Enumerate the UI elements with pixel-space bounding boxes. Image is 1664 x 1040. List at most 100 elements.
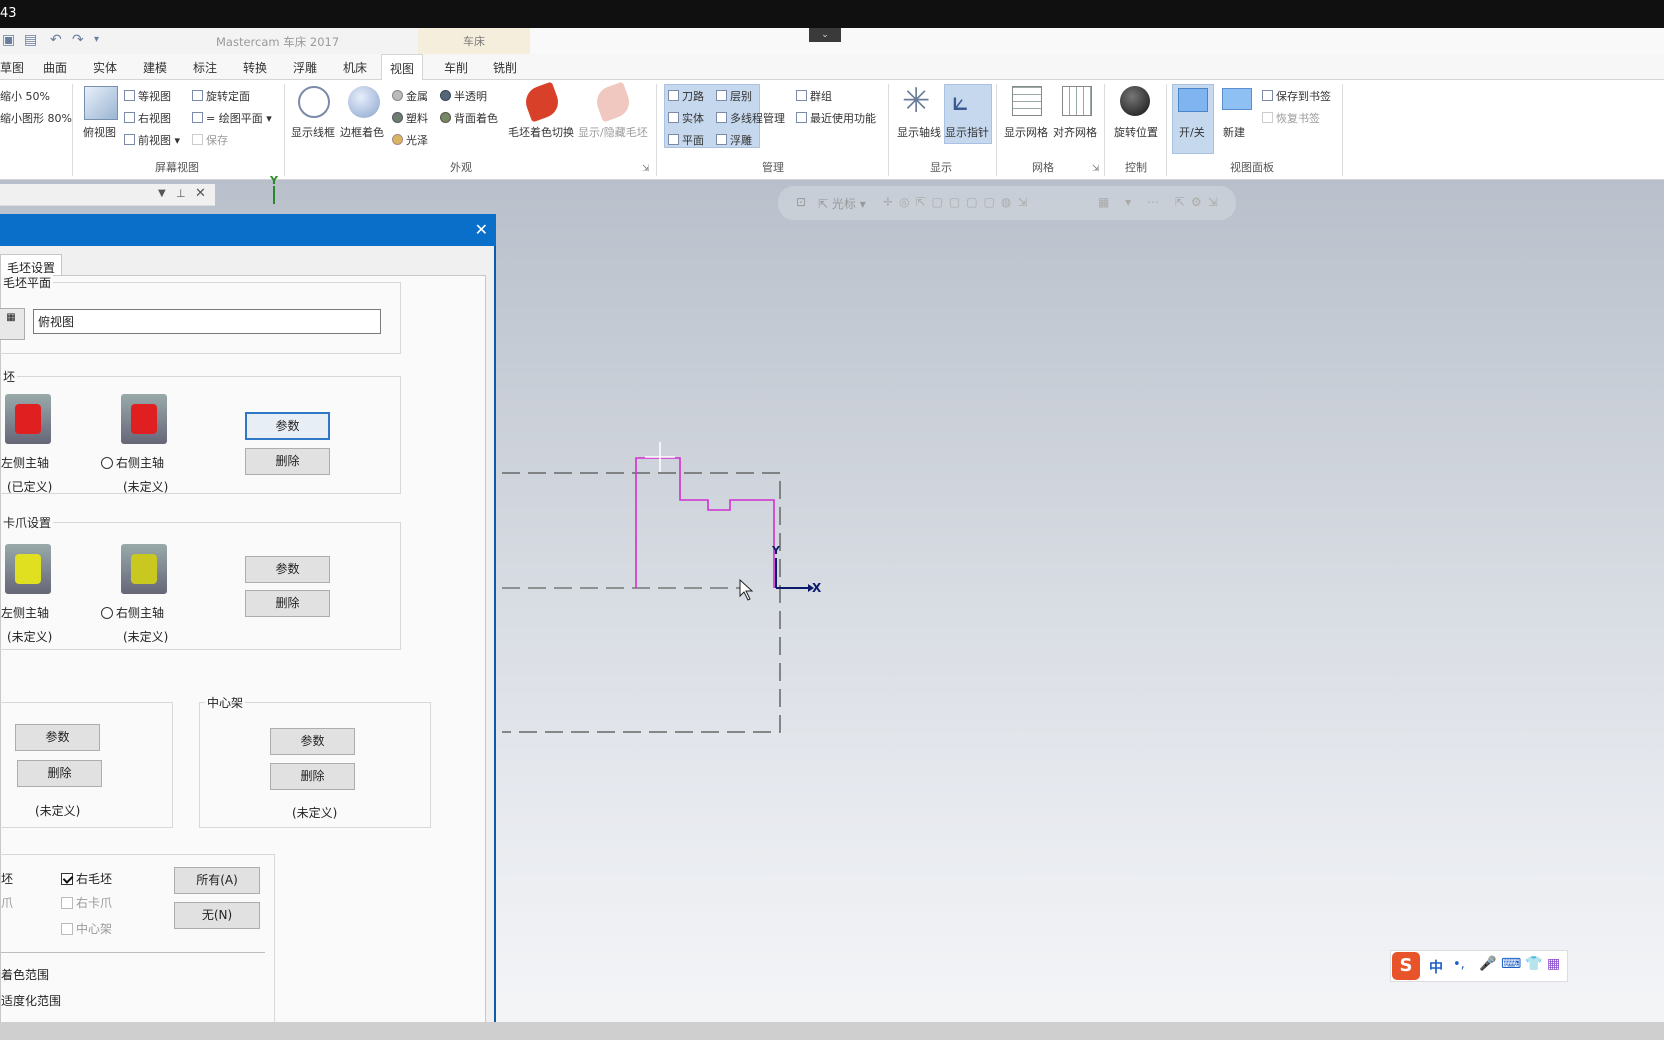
tab-solid[interactable]: 实体 [93, 59, 117, 76]
grid-icon[interactable] [1012, 86, 1042, 116]
save-bookmark-button[interactable]: 保存到书签 [1262, 88, 1331, 104]
plane-manager-button[interactable]: 平面 [668, 132, 704, 148]
stock-shade-icon[interactable] [521, 81, 563, 123]
right-spindle-stock-radio[interactable]: 右侧主轴 [101, 454, 164, 471]
adapt-range-option[interactable]: 适度化范围 [1, 992, 61, 1009]
right-spindle-chuck-radio[interactable]: 右侧主轴 [101, 604, 164, 621]
save-view-button[interactable]: 保存 [192, 132, 228, 148]
microphone-icon[interactable]: 🎤 [1479, 956, 1496, 972]
plane-select-button[interactable]: ▦ [0, 308, 25, 340]
sogou-logo-icon[interactable]: S [1392, 952, 1420, 980]
keyboard-icon[interactable]: ⌨ [1501, 956, 1521, 972]
select-all-button[interactable]: 所有(A) [174, 867, 260, 894]
skin-icon[interactable]: 👕 [1525, 956, 1542, 972]
tab-sketch[interactable]: 草图 [0, 59, 24, 76]
customize-icon[interactable]: ▾ [94, 34, 99, 45]
recent-functions-button[interactable]: 最近使用功能 [796, 110, 876, 126]
tab-milling[interactable]: 铣削 [493, 59, 517, 76]
show-wireframe-button[interactable]: 显示线框 [291, 124, 335, 140]
emboss-manager-button[interactable]: 浮雕 [716, 132, 752, 148]
tab-machine[interactable]: 机床 [343, 59, 367, 76]
solid-manager-button[interactable]: 实体 [668, 110, 704, 126]
rotate-plane-button[interactable]: 旋转定面 [192, 88, 250, 104]
shaded-sphere-icon[interactable] [348, 86, 380, 118]
tab-transform[interactable]: 转换 [243, 59, 267, 76]
cursor-select-button[interactable]: ⇱ 光标 ▾ [818, 195, 866, 212]
show-axes-button[interactable]: 显示轴线 [897, 124, 941, 140]
spin-position-button[interactable]: 旋转位置 [1114, 124, 1158, 140]
translucent-button[interactable]: 半透明 [440, 88, 487, 104]
right-chuck-checkbox[interactable]: 右卡爪 [61, 894, 112, 911]
new-viewsheet-icon[interactable] [1222, 88, 1252, 110]
tab-turning[interactable]: 车削 [444, 59, 468, 76]
close-icon[interactable]: ✕ [195, 186, 206, 201]
tab-surface[interactable]: 曲面 [43, 59, 67, 76]
stock-delete-button[interactable]: 删除 [245, 448, 330, 475]
stock-plane-field[interactable]: 俯视图 [33, 309, 381, 334]
toolpath-manager-button[interactable]: 刀路 [668, 88, 704, 104]
tab-model[interactable]: 建模 [143, 59, 167, 76]
tab-stock-setup[interactable]: 毛坯设置 [0, 254, 62, 276]
select-none-button[interactable]: 无(N) [174, 902, 260, 929]
stock-visibility-icon[interactable] [592, 81, 634, 123]
pin-icon[interactable]: ⊥ [176, 187, 186, 200]
save-icon[interactable]: ▣ [2, 32, 15, 48]
iso-view-button[interactable]: 等视图 [124, 88, 171, 104]
right-view-button[interactable]: 右视图 [124, 110, 171, 126]
metal-button[interactable]: 金属 [392, 88, 428, 104]
equal-plane-button[interactable]: = 绘图平面 ▾ [192, 110, 272, 126]
groups-button[interactable]: 群组 [796, 88, 832, 104]
dialog-launcher-icon[interactable]: ⇲ [1092, 164, 1100, 174]
close-icon[interactable]: ✕ [475, 220, 488, 239]
tab-view[interactable]: 视图 [381, 54, 424, 81]
zoom-50-button[interactable]: 缩小 50% [0, 88, 50, 104]
axes-icon[interactable]: ✳ [902, 84, 931, 118]
tab-dimension[interactable]: 标注 [193, 59, 217, 76]
stock-params-button[interactable]: 参数 [245, 412, 330, 440]
undo-icon[interactable]: ↶ [50, 32, 62, 48]
new-viewsheet-button[interactable]: 新建 [1223, 124, 1245, 140]
backface-button[interactable]: 背面着色 [440, 110, 498, 126]
plastic-button[interactable]: 塑料 [392, 110, 428, 126]
left-spindle-chuck-label[interactable]: 左侧主轴 [1, 604, 49, 621]
chinese-mode-button[interactable]: 中 [1429, 957, 1443, 977]
restore-bookmark-button[interactable]: 恢复书签 [1262, 110, 1320, 126]
top-view-button[interactable]: 俯视图 [83, 124, 116, 140]
dialog-launcher-icon[interactable]: ⇲ [642, 164, 650, 174]
spin-icon[interactable] [1120, 86, 1150, 116]
edge-shading-button[interactable]: 边框着色 [340, 124, 384, 140]
matte-button[interactable]: 光泽 [392, 132, 428, 148]
chuck-delete-button[interactable]: 删除 [245, 590, 330, 617]
left-spindle-stock-label[interactable]: 左侧主轴 [1, 454, 49, 471]
dropdown-icon[interactable]: ▼ [158, 188, 166, 199]
filter-icons[interactable]: ▦ ▾ ⋯ ⇱⚙⇲ [1098, 195, 1224, 209]
chuck-params-button[interactable]: 参数 [245, 556, 330, 583]
zoom-80-button[interactable]: 缩小图形 80% [0, 110, 72, 126]
tab-emboss[interactable]: 浮雕 [293, 59, 317, 76]
shade-range-option[interactable]: 着色范围 [1, 966, 49, 983]
steady-params-button[interactable]: 参数 [270, 728, 355, 755]
show-gnomon-button[interactable]: 显示指针 [945, 124, 989, 140]
level-manager-button[interactable]: 层别 [716, 88, 752, 104]
ribbon-collapse-button[interactable]: ⌄ [809, 28, 841, 42]
gnomon-icon[interactable]: ⟀ [952, 84, 969, 118]
stock-shade-toggle-button[interactable]: 毛坯着色切换 [508, 124, 574, 140]
multithread-manager-button[interactable]: 多线程管理 [716, 110, 785, 126]
steady-delete-button[interactable]: 删除 [270, 763, 355, 790]
redo-icon[interactable]: ↷ [72, 32, 84, 48]
steady-checkbox[interactable]: 中心架 [61, 920, 112, 937]
show-grid-button[interactable]: 显示网格 [1004, 124, 1048, 140]
right-stock-checkbox[interactable]: 右毛坯 [61, 870, 112, 887]
punctuation-button[interactable]: •, [1453, 957, 1465, 972]
wireframe-icon[interactable] [298, 86, 330, 118]
show-hide-stock-button[interactable]: 显示/隐藏毛坯 [578, 124, 648, 140]
viewsheet-toggle-button[interactable]: 开/关 [1179, 124, 1205, 140]
viewsheet-icon[interactable] [1178, 88, 1208, 112]
snap-grid-button[interactable]: 对齐网格 [1053, 124, 1097, 140]
snap-grid-icon[interactable] [1062, 86, 1092, 116]
front-view-button[interactable]: 前视图 ▾ [124, 132, 180, 148]
lock-icon[interactable]: ⊡ [796, 195, 806, 209]
toolbox-icon[interactable]: ▦ [1547, 956, 1560, 972]
top-view-icon[interactable] [84, 86, 118, 120]
tailstock-delete-button[interactable]: 删除 [17, 760, 102, 787]
